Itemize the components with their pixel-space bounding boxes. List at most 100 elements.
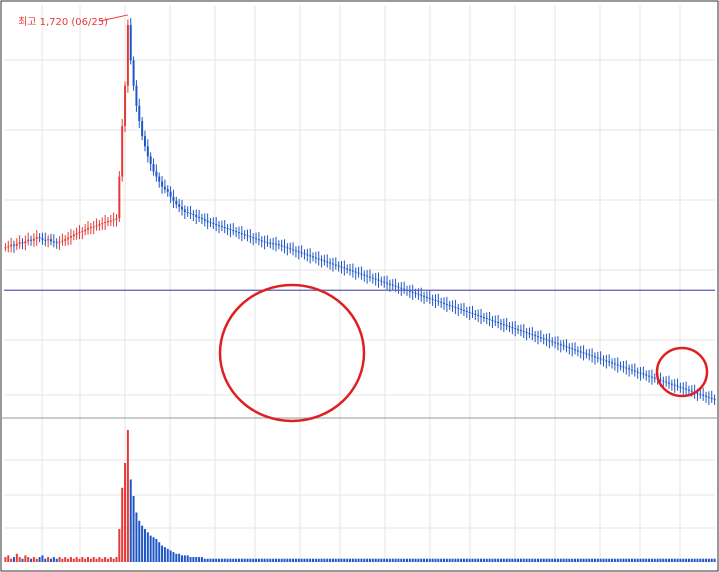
volume-bar: [363, 558, 366, 562]
candle-body: [61, 240, 64, 242]
volume-bar: [346, 558, 349, 562]
volume-bar: [78, 558, 81, 562]
volume-bar: [383, 558, 386, 562]
volume-bar: [72, 558, 75, 562]
volume-bar: [457, 558, 460, 562]
candle-body: [246, 235, 249, 237]
volume-bar: [129, 479, 132, 562]
volume-bar: [611, 558, 614, 562]
candle-body: [260, 240, 263, 242]
volume-bar: [616, 558, 619, 562]
volume-bar: [388, 558, 391, 562]
volume-bar: [98, 557, 101, 562]
candle-body: [653, 377, 656, 379]
candle-body: [12, 244, 15, 246]
candle-body: [44, 239, 47, 241]
candle-body: [571, 348, 574, 350]
volume-bar: [460, 558, 463, 562]
candle-body: [602, 359, 605, 361]
volume-bar: [713, 558, 716, 562]
candle-body: [326, 261, 329, 263]
candle-body: [186, 211, 189, 213]
volume-bar: [269, 558, 272, 562]
volume-bar: [237, 558, 240, 562]
candle-body: [235, 231, 238, 233]
volume-bar: [528, 558, 531, 562]
volume-bar: [602, 558, 605, 562]
candle-body: [175, 200, 178, 205]
candle-body: [679, 386, 682, 388]
volume-bar: [75, 557, 78, 562]
volume-bar: [320, 558, 323, 562]
candle-body: [349, 269, 352, 271]
candle-body: [650, 376, 653, 378]
candle-body: [252, 237, 255, 239]
volume-bar: [44, 558, 47, 562]
volume-bar: [67, 558, 70, 562]
candle-body: [226, 228, 229, 230]
candle-body: [255, 238, 258, 240]
volume-bar: [642, 558, 645, 562]
volume-bar: [371, 558, 374, 562]
volume-bar: [702, 558, 705, 562]
candle-body: [24, 241, 27, 244]
volume-bar: [297, 558, 300, 562]
volume-bar: [7, 555, 10, 562]
candle-body: [269, 242, 272, 244]
candle-body: [314, 257, 317, 259]
volume-bar: [440, 558, 443, 562]
candle-body: [531, 334, 534, 336]
candle-body: [161, 181, 164, 187]
candle-body: [303, 253, 306, 255]
candle-body: [636, 371, 639, 373]
volume-bar: [181, 555, 183, 562]
candle-body: [223, 227, 226, 229]
candle-body: [477, 314, 480, 316]
volume-bar: [243, 558, 246, 562]
candle-body: [665, 381, 668, 383]
volume-bar: [514, 558, 517, 562]
volume-bar: [18, 557, 21, 562]
candle-body: [451, 305, 454, 307]
candle-body: [622, 366, 625, 368]
candle-body: [502, 324, 505, 326]
candle-body: [388, 283, 391, 285]
volume-bar: [685, 558, 688, 562]
volume-bar: [263, 558, 266, 562]
volume-bar: [633, 558, 636, 562]
candle-body: [146, 146, 149, 157]
candle-body: [329, 262, 332, 264]
volume-bar: [368, 558, 371, 562]
volume-bar: [554, 558, 557, 562]
volume-bar: [574, 558, 577, 562]
volume-bar: [27, 557, 30, 562]
volume-bar: [172, 552, 175, 562]
candle-body: [448, 304, 451, 306]
volume-bar: [163, 547, 166, 562]
candle-body: [608, 361, 611, 363]
volume-bar: [551, 558, 554, 562]
candle-body: [98, 224, 101, 226]
volume-bar: [437, 558, 440, 562]
candle-body: [559, 344, 562, 346]
candle-body: [49, 239, 52, 242]
candle-body: [126, 25, 129, 86]
candle-body: [585, 353, 588, 355]
volume-bar: [687, 558, 690, 562]
candle-body: [403, 288, 406, 290]
candle-body: [52, 241, 55, 243]
candle-body: [360, 273, 363, 275]
candle-body: [394, 285, 397, 287]
candle-body: [166, 189, 169, 192]
volume-bar: [411, 558, 414, 562]
candle-body: [508, 326, 511, 328]
candle-body: [687, 389, 690, 391]
candle-body: [551, 341, 554, 343]
candle-body: [619, 365, 622, 367]
volume-bar: [576, 558, 579, 562]
volume-bar: [58, 557, 61, 562]
candle-body: [141, 121, 144, 137]
volume-bar: [525, 558, 528, 562]
candle-body: [10, 244, 13, 247]
candle-body: [468, 311, 471, 313]
